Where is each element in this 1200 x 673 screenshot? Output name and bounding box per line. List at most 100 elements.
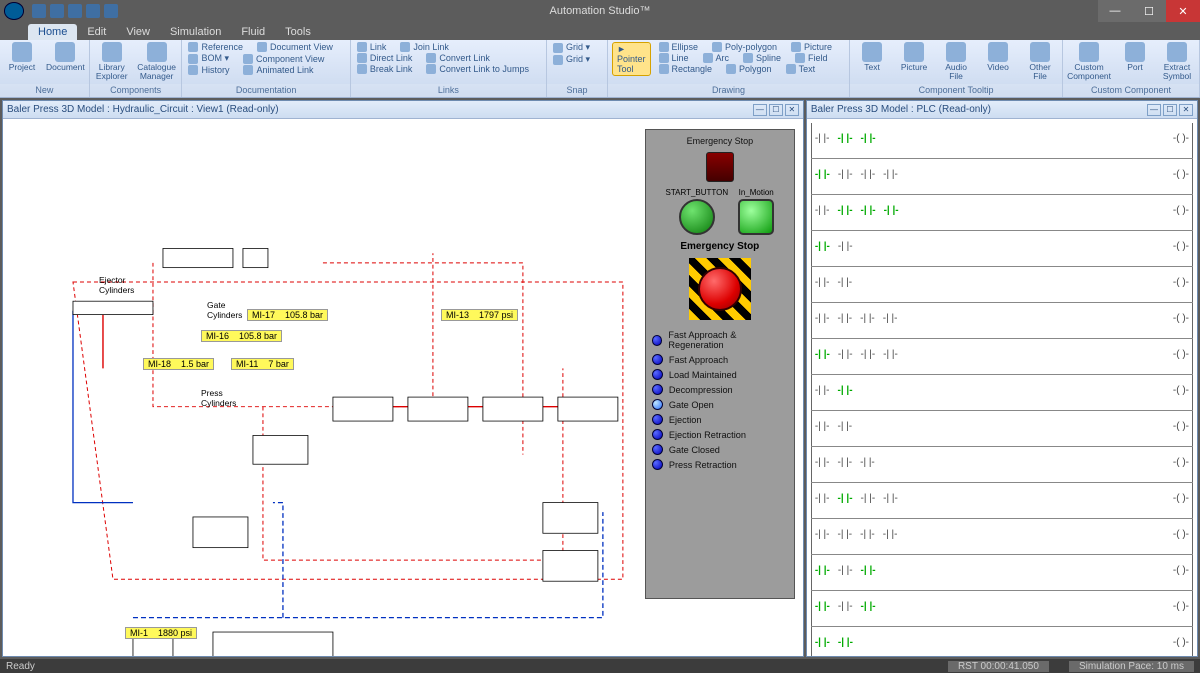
ladder-contact-icon: -| |-	[861, 349, 876, 360]
tab-home[interactable]: Home	[28, 24, 77, 40]
ribbon-item-spline[interactable]: Spline	[756, 53, 781, 63]
ribbon-item-direct-link[interactable]: Direct Link	[370, 53, 413, 63]
panel-plc-header[interactable]: Baler Press 3D Model : PLC (Read-only) —…	[807, 101, 1197, 119]
ribbon-item-line[interactable]: Line	[672, 53, 689, 63]
tab-view[interactable]: View	[116, 24, 160, 40]
measurement-mi-16[interactable]: MI-16105.8 bar	[201, 330, 282, 342]
status-indicator-icon	[652, 384, 663, 395]
app-orb-icon[interactable]	[4, 2, 24, 20]
ribbon-item-polygon[interactable]: Polygon	[739, 64, 772, 74]
animated-link-icon	[243, 65, 253, 75]
ribbon-item-bom-[interactable]: BOM ▾	[201, 53, 229, 64]
panel-max-icon[interactable]: ☐	[769, 104, 783, 116]
ladder-coil-icon: -( )-	[1173, 349, 1189, 360]
diagram-label: Press Cylinders	[201, 388, 236, 408]
ladder-contact-icon: -| |-	[838, 565, 853, 576]
ribbon-project[interactable]: Project	[4, 42, 40, 72]
ribbon-video[interactable]: Video	[980, 42, 1016, 72]
panel-close-icon[interactable]: ✕	[785, 104, 799, 116]
ribbon-item-arc[interactable]: Arc	[716, 53, 730, 63]
ribbon-item-ellipse[interactable]: Ellipse	[672, 42, 699, 52]
workspace: Baler Press 3D Model : Hydraulic_Circuit…	[0, 98, 1200, 659]
ribbon-item-join-link[interactable]: Join Link	[413, 42, 449, 52]
ladder-rung: -| |--| |--| |--( )-	[811, 555, 1193, 591]
ribbon-item-rectangle[interactable]: Rectangle	[672, 64, 713, 74]
ladder-coil-icon: -( )-	[1173, 421, 1189, 432]
ladder-contact-icon: -| |-	[837, 277, 852, 288]
ribbon-extract[interactable]: Extract Symbol	[1159, 42, 1195, 81]
ribbon-picture[interactable]: Picture	[896, 42, 932, 72]
link-icon	[357, 42, 367, 52]
ribbon-custom-comp[interactable]: Custom Component	[1067, 42, 1111, 81]
status-indicator-icon	[652, 459, 663, 470]
ladder-rung: -| |--| |--| |--| |--( )-	[811, 195, 1193, 231]
ribbon-cat-manager[interactable]: Catalogue Manager	[136, 42, 178, 81]
ribbon-item-field[interactable]: Field	[808, 53, 828, 63]
ribbon-item-grid-[interactable]: Grid ▾	[566, 54, 590, 65]
qat-undo-icon[interactable]	[50, 4, 64, 18]
qat-redo-icon[interactable]	[68, 4, 82, 18]
ribbon-item-convert-link-to-jumps[interactable]: Convert Link to Jumps	[439, 64, 529, 74]
ladder-contact-icon: -| |-	[815, 349, 830, 360]
ribbon-document[interactable]: Document	[46, 42, 85, 72]
ladder-contact-icon: -| |-	[815, 493, 830, 504]
qat-save-icon[interactable]	[32, 4, 46, 18]
ribbon-item-break-link[interactable]: Break Link	[370, 64, 413, 74]
ladder-contact-icon: -| |-	[883, 349, 898, 360]
panel-plc-max-icon[interactable]: ☐	[1163, 104, 1177, 116]
ribbon-item-link[interactable]: Link	[370, 42, 387, 52]
panel-min-icon[interactable]: —	[753, 104, 767, 116]
pointer-tool-button[interactable]: ► Pointer Tool	[612, 42, 651, 76]
close-button[interactable]: ✕	[1166, 0, 1200, 22]
qat-context-icon[interactable]	[104, 4, 118, 18]
ribbon-text[interactable]: Text	[854, 42, 890, 72]
ribbon-item-document-view[interactable]: Document View	[270, 42, 333, 52]
panel-plc-close-icon[interactable]: ✕	[1179, 104, 1193, 116]
ribbon-lib-explorer[interactable]: Library Explorer	[94, 42, 130, 81]
ribbon-item-picture[interactable]: Picture	[804, 42, 832, 52]
ladder-coil-icon: -( )-	[1173, 457, 1189, 468]
start-button[interactable]	[679, 199, 715, 235]
ladder-contact-icon: -| |-	[815, 637, 830, 648]
hydraulic-canvas[interactable]: MI-17105.8 bar MI-16105.8 bar MI-181.5 bar…	[3, 119, 803, 656]
tab-simulation[interactable]: Simulation	[160, 24, 231, 40]
ribbon-audio[interactable]: Audio File	[938, 42, 974, 81]
ladder-contact-icon: -| |-	[837, 133, 852, 144]
ladder-contact-icon: -| |-	[883, 493, 898, 504]
measurement-mi-17[interactable]: MI-17105.8 bar	[247, 309, 328, 321]
emergency-stop-button[interactable]	[689, 258, 751, 320]
plc-canvas[interactable]: -| |--| |--| |--( )--| |--| |--| |--| |-…	[807, 119, 1197, 656]
ribbon-item-convert-link[interactable]: Convert Link	[439, 53, 490, 63]
ribbon-item-history[interactable]: History	[201, 65, 229, 75]
rectangle-icon	[659, 64, 669, 74]
ladder-coil-icon: -( )-	[1173, 601, 1189, 612]
measurement-mi-13[interactable]: MI-131797 psi	[441, 309, 518, 321]
ribbon-item-reference[interactable]: Reference	[201, 42, 243, 52]
ribbon-item-text[interactable]: Text	[799, 64, 816, 74]
panel-hydraulic-header[interactable]: Baler Press 3D Model : Hydraulic_Circuit…	[3, 101, 803, 119]
emergency-lamp	[706, 152, 734, 182]
panel-plc: Baler Press 3D Model : PLC (Read-only) —…	[806, 100, 1198, 657]
ribbon-other[interactable]: Other File	[1022, 42, 1058, 81]
measurement-mi-1[interactable]: MI-11880 psi	[125, 627, 197, 639]
ribbon-item-animated-link[interactable]: Animated Link	[256, 65, 313, 75]
measurement-mi-18[interactable]: MI-181.5 bar	[143, 358, 214, 370]
ribbon-item-poly-polygon[interactable]: Poly-polygon	[725, 42, 777, 52]
maximize-button[interactable]: ☐	[1132, 0, 1166, 22]
measurement-mi-11[interactable]: MI-117 bar	[231, 358, 294, 370]
ribbon-port[interactable]: Port	[1117, 42, 1153, 72]
tab-fluid[interactable]: Fluid	[231, 24, 275, 40]
ladder-contact-icon: -| |-	[838, 349, 853, 360]
tab-tools[interactable]: Tools	[275, 24, 321, 40]
ladder-coil-icon: -( )-	[1173, 565, 1189, 576]
ribbon-item-grid-[interactable]: Grid ▾	[566, 42, 590, 53]
minimize-button[interactable]: —	[1098, 0, 1132, 22]
tab-edit[interactable]: Edit	[77, 24, 116, 40]
qat-print-icon[interactable]	[86, 4, 100, 18]
panel-plc-min-icon[interactable]: —	[1147, 104, 1161, 116]
status-gate-open: Gate Open	[652, 399, 788, 410]
ladder-contact-icon: -| |-	[815, 421, 830, 432]
ribbon-item-component-view[interactable]: Component View	[256, 54, 324, 64]
ladder-coil-icon: -( )-	[1173, 133, 1189, 144]
ladder-contact-icon: -| |-	[884, 205, 899, 216]
